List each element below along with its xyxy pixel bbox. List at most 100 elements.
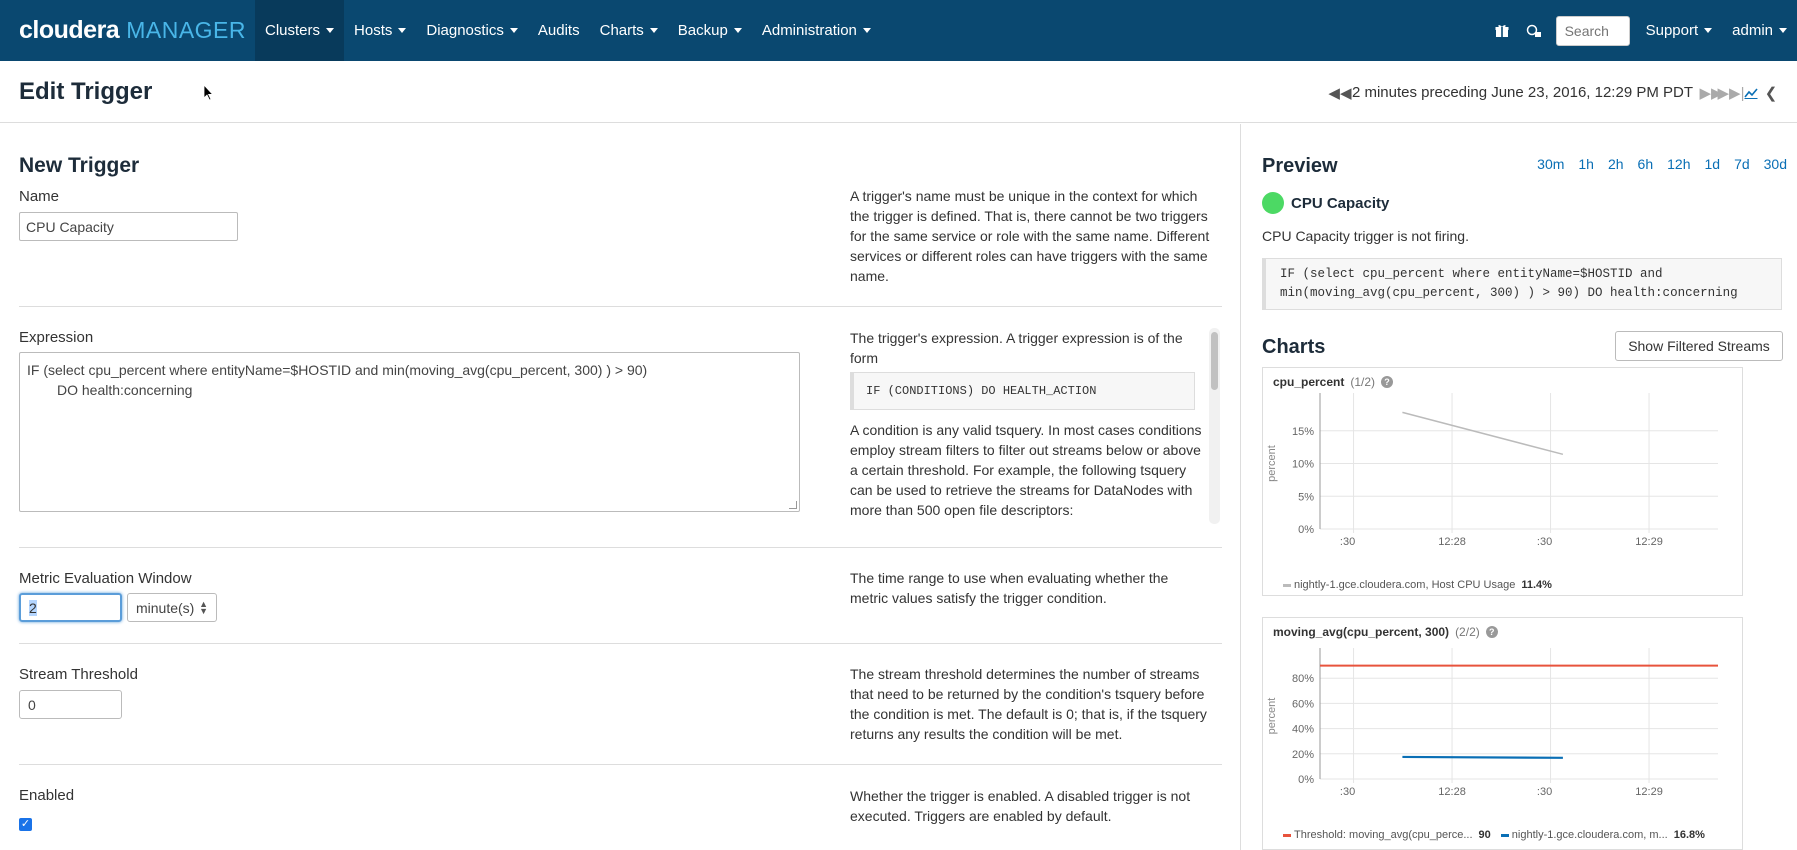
chart-legend: Threshold: moving_avg(cpu_perce... 90 nig… <box>1283 829 1715 841</box>
range-2h[interactable]: 2h <box>1608 156 1624 172</box>
nav-user[interactable]: admin <box>1722 0 1797 61</box>
y-tick-label: 0% <box>1298 774 1314 786</box>
range-30d[interactable]: 30d <box>1764 156 1787 172</box>
y-axis-label: percent <box>1266 698 1278 735</box>
caret-down-icon <box>326 28 335 33</box>
caret-down-icon <box>509 28 518 33</box>
brand-sub-text: MANAGER <box>126 17 246 43</box>
threshold-input[interactable]: 0 <box>19 690 122 719</box>
time-range-links: 30m 1h 2h 6h 12h 1d 7d 30d <box>1523 156 1787 172</box>
nav-support-label: Support <box>1645 22 1699 39</box>
page-title: Edit Trigger <box>19 78 153 105</box>
x-tick-label: :30 <box>1340 786 1355 798</box>
name-label: Name <box>19 188 60 205</box>
x-tick-label: :30 <box>1537 786 1552 798</box>
nav-audits[interactable]: Audits <box>528 0 590 61</box>
window-label: Metric Evaluation Window <box>19 570 192 587</box>
scrollbar-thumb[interactable] <box>1211 332 1218 390</box>
time-control: ◀◀ 2 minutes preceding June 23, 2016, 12… <box>1328 84 1781 102</box>
window-input[interactable]: 2 <box>19 593 122 622</box>
top-navbar: cloudera MANAGER Clusters Hosts Diagnost… <box>0 0 1797 61</box>
skip-end-icon[interactable]: ▶▶| <box>1718 85 1745 102</box>
time-range-text[interactable]: 2 minutes preceding June 23, 2016, 12:29… <box>1352 84 1693 101</box>
collapse-left-icon[interactable]: ❮ <box>1761 85 1781 102</box>
range-30m[interactable]: 30m <box>1537 156 1564 172</box>
nav-charts-label: Charts <box>599 22 644 39</box>
range-1d[interactable]: 1d <box>1704 156 1720 172</box>
legend-swatch <box>1283 833 1291 837</box>
enabled-help-text: Whether the trigger is enabled. A disabl… <box>850 788 1191 824</box>
rewind-icon[interactable]: ◀◀ <box>1328 85 1351 102</box>
range-7d[interactable]: 7d <box>1734 156 1750 172</box>
parcels-icon[interactable] <box>1518 0 1550 61</box>
threshold-label: Stream Threshold <box>19 666 138 683</box>
legend-label: nightly-1.gce.cloudera.com, Host CPU Usa… <box>1294 579 1516 591</box>
nav-charts[interactable]: Charts <box>590 0 668 61</box>
window-unit-select[interactable]: minute(s) ▲ ▼ <box>127 593 217 622</box>
enabled-label: Enabled <box>19 787 75 804</box>
trigger-status-text: CPU Capacity trigger is not firing. <box>1262 228 1469 244</box>
threshold-help-text: The stream threshold determines the numb… <box>850 666 1207 742</box>
preview-expr-line-1: IF (select cpu_percent where entityName=… <box>1280 267 1663 281</box>
y-axis-label: percent <box>1266 445 1278 482</box>
preview-title: Preview <box>1262 155 1338 177</box>
chart-plot: 0% 5% 10% 15%:30 12:28:30 12:29 percent <box>1266 393 1718 548</box>
x-tick-label: 12:29 <box>1635 536 1663 548</box>
preview-expression: IF (select cpu_percent where entityName=… <box>1262 258 1782 310</box>
preview-panel: Preview 30m 1h 2h 6h 12h 1d 7d 30d CPU C… <box>1240 124 1797 850</box>
legend-item: nightly-1.gce.cloudera.com, Host CPU Usa… <box>1283 579 1552 591</box>
name-input[interactable]: CPU Capacity <box>19 212 238 241</box>
search-input[interactable] <box>1555 15 1630 46</box>
expression-help-more: A condition is any valid tsquery. In mos… <box>850 422 1202 518</box>
x-tick-label: :30 <box>1537 536 1552 548</box>
caret-down-icon <box>649 28 658 33</box>
nav-clusters-label: Clusters <box>265 22 321 39</box>
legend-swatch <box>1500 833 1509 837</box>
range-6h[interactable]: 6h <box>1638 156 1654 172</box>
expression-help-intro: The trigger's expression. A trigger expr… <box>850 330 1183 366</box>
chart-icon[interactable] <box>1741 85 1761 101</box>
enabled-checkbox[interactable]: ✓ <box>19 818 32 831</box>
window-value: 2 <box>29 599 37 616</box>
range-12h[interactable]: 12h <box>1667 156 1690 172</box>
x-tick-label: :30 <box>1340 536 1355 548</box>
page-header: Edit Trigger ◀◀ 2 minutes preceding June… <box>0 61 1797 123</box>
legend-item: nightly-1.gce.cloudera.com, m... 16.8% <box>1500 829 1705 841</box>
caret-down-icon <box>398 28 407 33</box>
gift-icon[interactable] <box>1486 0 1518 61</box>
nav-hosts[interactable]: Hosts <box>344 0 416 61</box>
nav-hosts-label: Hosts <box>354 22 393 39</box>
cloudera-logo[interactable]: cloudera MANAGER <box>0 0 255 61</box>
y-tick-label: 80% <box>1292 673 1314 685</box>
expression-help-panel[interactable]: The trigger's expression. A trigger expr… <box>850 328 1220 524</box>
x-tick-label: 12:29 <box>1635 786 1663 798</box>
divider <box>19 764 1222 765</box>
legend-item: Threshold: moving_avg(cpu_perce... 90 <box>1283 829 1491 841</box>
chart-plot: 0% 20% 40% 60% 80%:30 12:28:30 12:29 percent <box>1266 648 1718 798</box>
x-tick-label: 12:28 <box>1438 536 1466 548</box>
name-help-text: A trigger's name must be unique in the c… <box>850 188 1210 284</box>
chart-moving-avg[interactable]: moving_avg(cpu_percent, 300) (2/2)? 0% 20%… <box>1262 617 1743 850</box>
legend-label: Threshold: moving_avg(cpu_perce... <box>1294 829 1473 841</box>
expression-label: Expression <box>19 329 94 346</box>
show-filtered-streams-button[interactable]: Show Filtered Streams <box>1615 331 1783 361</box>
nav-clusters[interactable]: Clusters <box>255 0 345 61</box>
main-nav: Clusters Hosts Diagnostics Audits Charts… <box>255 0 881 61</box>
expression-textarea[interactable]: IF (select cpu_percent where entityName=… <box>19 352 800 512</box>
nav-administration[interactable]: Administration <box>752 0 881 61</box>
y-tick-label: 15% <box>1292 426 1314 438</box>
nav-diagnostics-label: Diagnostics <box>426 22 504 39</box>
resize-handle[interactable] <box>789 501 797 509</box>
y-tick-label: 5% <box>1298 491 1314 503</box>
trigger-name: CPU Capacity <box>1291 195 1390 212</box>
help-scrollbar[interactable] <box>1209 328 1220 524</box>
range-1h[interactable]: 1h <box>1578 156 1594 172</box>
nav-backup[interactable]: Backup <box>668 0 752 61</box>
legend-label: nightly-1.gce.cloudera.com, m... <box>1511 829 1668 841</box>
y-tick-label: 60% <box>1292 698 1314 710</box>
chart-cpu-percent[interactable]: cpu_percent (1/2)? 0% 5% 10% 15%:30 12:28:30 1… <box>1262 367 1743 596</box>
select-arrows-icon: ▲ ▼ <box>199 598 208 616</box>
nav-diagnostics[interactable]: Diagnostics <box>416 0 528 61</box>
status-indicator-icon <box>1262 192 1284 214</box>
nav-support[interactable]: Support <box>1636 0 1723 61</box>
